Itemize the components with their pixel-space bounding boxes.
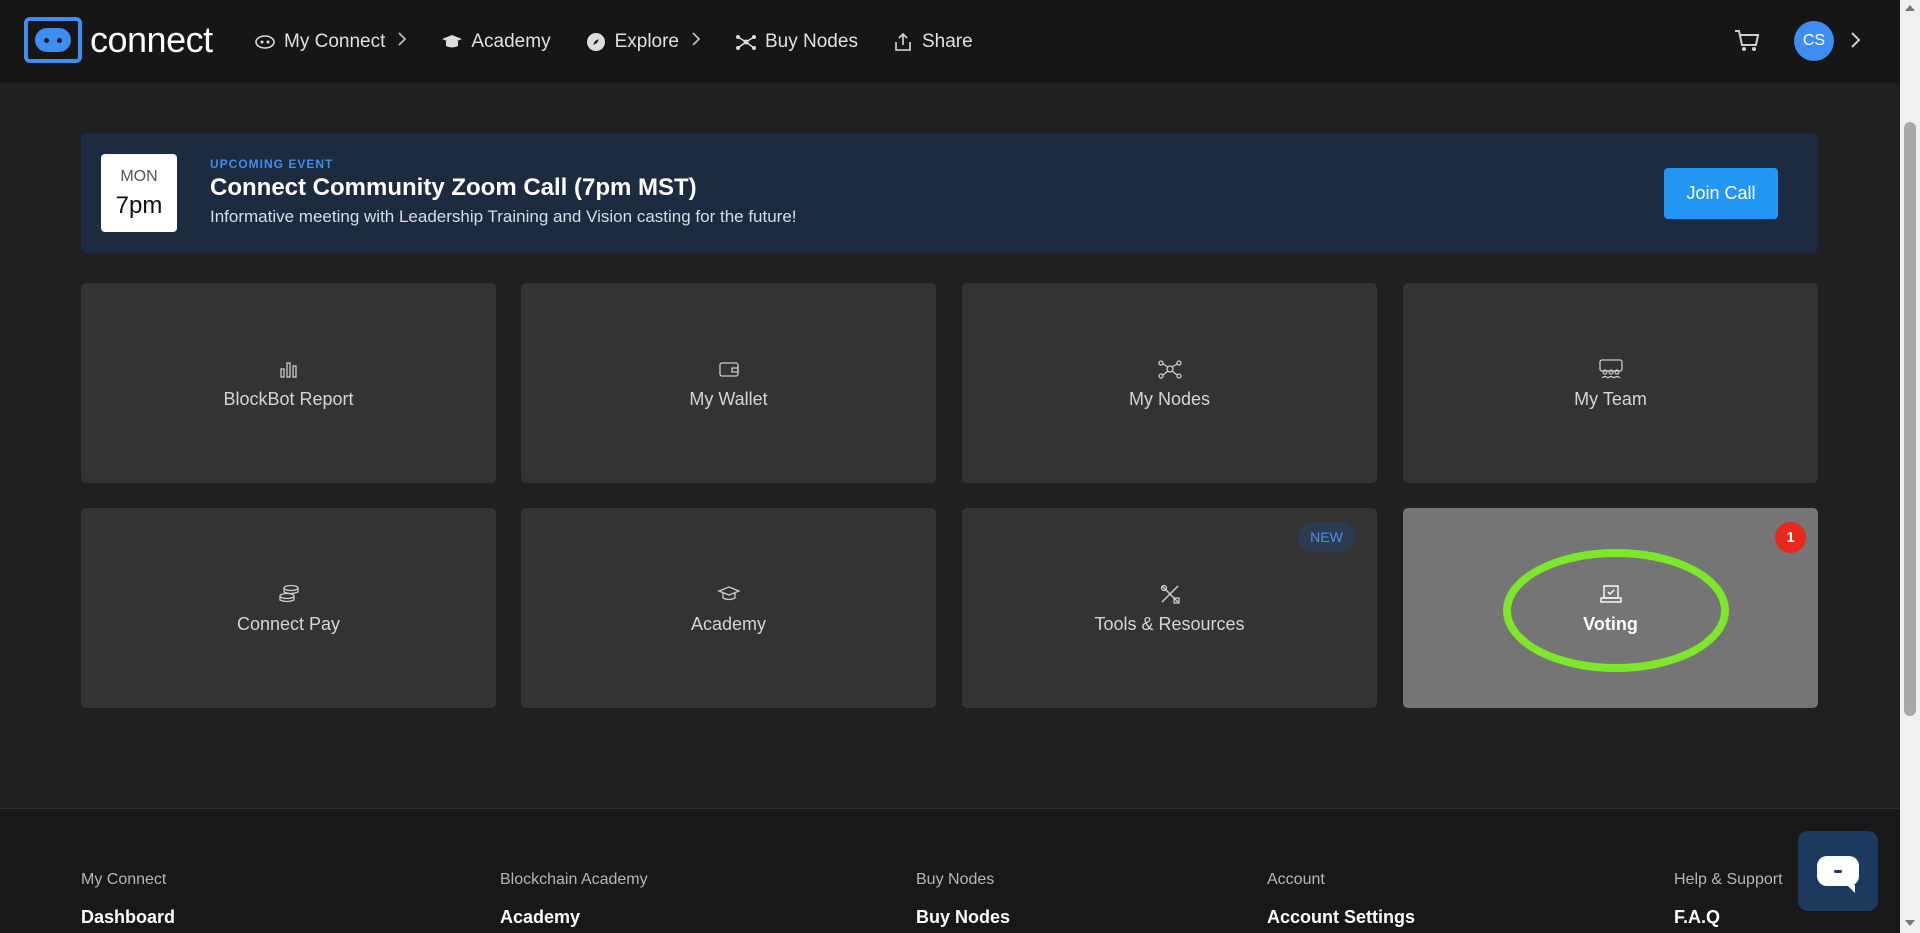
footer-column-my-connect: My Connect Dashboard	[81, 871, 175, 928]
tile-my-team[interactable]: My Team	[1403, 283, 1818, 483]
tile-label: BlockBot Report	[223, 388, 354, 409]
nav-buy-nodes[interactable]: Buy Nodes	[735, 31, 858, 53]
upcoming-event-banner: MON 7pm UPCOMING EVENT Connect Community…	[81, 133, 1818, 253]
team-icon	[1598, 357, 1623, 381]
wallet-icon	[717, 357, 741, 381]
footer-link-academy[interactable]: Academy	[500, 907, 648, 928]
event-day: MON	[120, 168, 158, 185]
main-nav: My Connect Academy Explore Buy Nodes Sha…	[254, 0, 1007, 83]
footer-heading: Blockchain Academy	[500, 871, 648, 888]
graduation-cap-icon	[716, 582, 741, 606]
nodes-icon	[735, 31, 757, 53]
logo-text: connect	[90, 19, 213, 60]
coins-icon	[277, 582, 301, 606]
footer-heading: My Connect	[81, 871, 167, 888]
scroll-up-arrow-icon[interactable]	[1905, 5, 1915, 11]
footer-heading: Account	[1267, 871, 1325, 888]
nav-label: Share	[921, 30, 973, 52]
cart-icon[interactable]	[1733, 26, 1761, 54]
join-call-button[interactable]: Join Call	[1664, 168, 1778, 219]
ballot-icon	[1599, 582, 1623, 606]
chat-icon	[1817, 856, 1859, 893]
tile-label: Academy	[690, 613, 767, 634]
bar-chart-icon	[277, 357, 301, 381]
tile-label: My Wallet	[689, 388, 768, 409]
nav-share[interactable]: Share	[892, 31, 973, 53]
tile-label: My Nodes	[1128, 388, 1211, 409]
tile-label: Connect Pay	[236, 613, 341, 634]
footer: My Connect Dashboard Blockchain Academy …	[0, 808, 1900, 933]
logo-mark-icon	[24, 17, 82, 63]
connect-logo[interactable]: connect	[24, 17, 213, 63]
tile-my-wallet[interactable]: My Wallet	[521, 283, 936, 483]
tile-blockbot-report[interactable]: BlockBot Report	[81, 283, 496, 483]
event-description: Informative meeting with Leadership Trai…	[210, 207, 797, 226]
nav-label: Academy	[471, 30, 551, 52]
chevron-right-icon	[397, 30, 407, 53]
scrollbar-thumb[interactable]	[1904, 122, 1916, 716]
nav-label: Explore	[614, 30, 679, 52]
footer-column-buy-nodes: Buy Nodes Buy Nodes	[916, 871, 1010, 928]
footer-link-account-settings[interactable]: Account Settings	[1267, 907, 1415, 928]
footer-column-help-support: Help & Support F.A.Q	[1674, 871, 1783, 928]
chat-button[interactable]	[1798, 831, 1878, 911]
eye-icon	[254, 31, 276, 53]
nav-label: Buy Nodes	[765, 30, 858, 52]
notification-count-badge: 1	[1775, 522, 1806, 553]
tile-tools-resources[interactable]: NEW Tools & Resources	[962, 508, 1377, 708]
tile-label: Voting	[1583, 613, 1638, 634]
footer-column-blockchain-academy: Blockchain Academy Academy	[500, 871, 648, 928]
new-badge: NEW	[1298, 522, 1355, 552]
share-icon	[892, 31, 914, 53]
nav-academy[interactable]: Academy	[441, 30, 551, 53]
tile-academy[interactable]: Academy	[521, 508, 936, 708]
compass-icon	[585, 31, 607, 53]
nav-label: My Connect	[284, 30, 386, 52]
nav-explore[interactable]: Explore	[585, 30, 701, 53]
avatar[interactable]: CS	[1794, 21, 1834, 61]
footer-link-buy-nodes[interactable]: Buy Nodes	[916, 907, 1010, 928]
tile-label: Tools & Resources	[1094, 613, 1245, 634]
tools-icon	[1158, 582, 1182, 606]
footer-column-account: Account Account Settings	[1267, 871, 1415, 928]
tile-voting[interactable]: 1 Voting	[1403, 508, 1818, 708]
chevron-right-icon[interactable]	[1846, 26, 1866, 54]
event-tag: UPCOMING EVENT	[210, 157, 334, 171]
footer-heading: Buy Nodes	[916, 871, 995, 888]
event-time: 7pm	[115, 192, 163, 219]
footer-link-dashboard[interactable]: Dashboard	[81, 907, 175, 928]
footer-link-faq[interactable]: F.A.Q	[1674, 907, 1783, 928]
chevron-right-icon	[691, 30, 701, 53]
scrollbar[interactable]	[1900, 0, 1920, 933]
scroll-down-arrow-icon[interactable]	[1905, 920, 1915, 926]
top-navbar: connect My Connect Academy Explore Buy N…	[0, 0, 1900, 83]
tile-connect-pay[interactable]: Connect Pay	[81, 508, 496, 708]
nodes-icon	[1157, 357, 1182, 381]
event-date-card: MON 7pm	[101, 154, 177, 232]
event-title: Connect Community Zoom Call (7pm MST)	[210, 174, 697, 201]
footer-heading: Help & Support	[1674, 871, 1783, 888]
tile-my-nodes[interactable]: My Nodes	[962, 283, 1377, 483]
tile-label: My Team	[1574, 388, 1647, 409]
graduation-cap-icon	[441, 31, 463, 53]
nav-my-connect[interactable]: My Connect	[254, 30, 407, 53]
